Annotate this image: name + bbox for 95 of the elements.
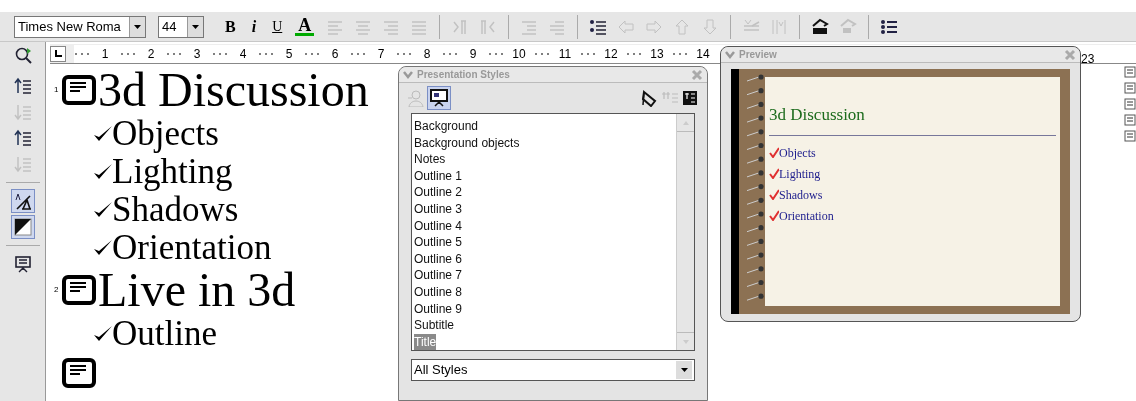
ruler-number: 12 bbox=[603, 45, 619, 63]
font-name-dropdown[interactable]: Times New Roma bbox=[14, 15, 146, 38]
style-list-item[interactable]: Outline 2 bbox=[414, 184, 463, 201]
ruler-number: 8 bbox=[422, 45, 432, 63]
slide-icon bbox=[62, 275, 96, 305]
outline-bullet[interactable]: Orientation bbox=[112, 228, 272, 266]
check-bullet-icon bbox=[769, 189, 779, 200]
preview-bullet: Orientation bbox=[779, 207, 834, 225]
preview-bullet: Lighting bbox=[779, 165, 821, 183]
bold-button[interactable]: B bbox=[222, 14, 239, 39]
ruler-number: 2 bbox=[146, 45, 156, 63]
ruler-number: 3 bbox=[192, 45, 202, 63]
ruler-number: 10 bbox=[511, 45, 527, 63]
promote-icon bbox=[13, 77, 32, 95]
zoom-icon[interactable] bbox=[13, 46, 32, 64]
style-list-item[interactable]: Outline 7 bbox=[414, 267, 463, 284]
ruler-number: 14 bbox=[695, 45, 711, 63]
scroll-down-icon[interactable] bbox=[681, 338, 690, 345]
style-list-item[interactable]: Outline 8 bbox=[414, 283, 463, 301]
check-bullet-icon bbox=[92, 123, 112, 143]
dropdown-arrow-icon bbox=[679, 367, 689, 373]
style-list-item[interactable]: Outline 1 bbox=[414, 167, 463, 185]
dropdown-arrow-icon bbox=[133, 23, 142, 30]
style-filter-dropdown[interactable]: All Styles bbox=[411, 359, 695, 381]
underline-button[interactable]: U bbox=[269, 16, 286, 37]
close-icon[interactable] bbox=[691, 68, 703, 81]
outline-bullet[interactable]: Objects bbox=[112, 114, 219, 152]
slide-title[interactable]: Live in 3d bbox=[98, 266, 296, 314]
style-list-item[interactable]: Outline 4 bbox=[414, 217, 463, 235]
scrollbar[interactable] bbox=[676, 114, 694, 350]
style-list-item[interactable]: Outline 3 bbox=[414, 200, 463, 218]
format-toggle-button[interactable] bbox=[10, 189, 35, 213]
style-list-item[interactable]: Subtitle bbox=[414, 317, 455, 334]
scroll-up-icon[interactable] bbox=[681, 119, 690, 126]
contrast-view-icon bbox=[13, 218, 32, 236]
preview-bullet: Objects bbox=[779, 144, 816, 162]
ruler-number: 6 bbox=[330, 45, 340, 63]
check-bullet-icon bbox=[92, 161, 112, 181]
ruler-number: 13 bbox=[649, 45, 665, 63]
outline-bullet[interactable]: Lighting bbox=[112, 152, 233, 190]
presentation-icon bbox=[430, 89, 448, 107]
italic-button[interactable]: i bbox=[248, 14, 260, 39]
outline-bullet[interactable]: Shadows bbox=[112, 190, 239, 228]
panel-title: Preview bbox=[739, 48, 778, 62]
dropdown-arrow-icon bbox=[191, 23, 200, 30]
ruler-number: 11 bbox=[557, 45, 573, 63]
font-size-dropdown[interactable]: 44 bbox=[158, 15, 204, 38]
preview-slide-title: 3d Discussion bbox=[769, 105, 866, 125]
collapse-icon[interactable] bbox=[403, 70, 413, 79]
style-list-item[interactable]: Background objects bbox=[414, 134, 520, 152]
sidebar-tool-icon[interactable] bbox=[1124, 114, 1136, 126]
presentation-styles-button[interactable] bbox=[427, 86, 451, 110]
style-list-item[interactable]: Outline 6 bbox=[414, 250, 463, 268]
people-icon[interactable] bbox=[407, 89, 425, 107]
preview-bullet: Shadows bbox=[779, 186, 823, 204]
panel-title: Presentation Styles bbox=[417, 68, 511, 82]
bullet-list-icon[interactable] bbox=[589, 17, 608, 36]
ruler-number: 5 bbox=[284, 45, 294, 63]
move-down-icon bbox=[13, 155, 32, 173]
slide-icon bbox=[62, 75, 96, 105]
format-toggle-icon bbox=[13, 192, 32, 210]
sidebar-tool-icon[interactable] bbox=[1124, 130, 1136, 142]
sidebar-tool-icon[interactable] bbox=[1124, 98, 1136, 110]
check-bullet-icon bbox=[92, 323, 112, 343]
slide-number: 1 bbox=[54, 84, 60, 96]
ruler-number: 4 bbox=[238, 45, 248, 63]
check-bullet-icon bbox=[92, 199, 112, 219]
check-bullet-icon bbox=[92, 237, 112, 257]
list-icon[interactable] bbox=[880, 17, 899, 36]
close-icon[interactable] bbox=[1064, 48, 1076, 61]
style-list-item[interactable]: Background bbox=[414, 118, 479, 135]
check-bullet-icon bbox=[769, 210, 779, 221]
style-list-item[interactable]: Outline 9 bbox=[414, 300, 463, 318]
contrast-view-button[interactable] bbox=[10, 215, 35, 239]
slide-title[interactable]: 3d Discussion bbox=[98, 66, 369, 114]
slide-number: 2 bbox=[54, 284, 60, 296]
tab-stop-icon[interactable] bbox=[53, 49, 63, 58]
ruler-number: 1 bbox=[100, 45, 110, 63]
demote-icon bbox=[13, 103, 32, 121]
check-bullet-icon bbox=[769, 168, 779, 179]
outline-bullet[interactable]: Outline bbox=[112, 314, 217, 352]
sidebar-tool-icon[interactable] bbox=[1124, 82, 1136, 94]
ruler-number: 7 bbox=[376, 45, 386, 63]
collapse-icon[interactable] bbox=[725, 50, 735, 59]
check-bullet-icon bbox=[769, 147, 779, 158]
style-list-item[interactable]: Outline 5 bbox=[414, 234, 463, 251]
sidebar-tool-icon[interactable] bbox=[1124, 66, 1136, 78]
ruler-number: 9 bbox=[468, 45, 478, 63]
style-list-item[interactable]: Notes bbox=[414, 151, 446, 168]
font-color-button[interactable]: A bbox=[295, 17, 315, 36]
move-up-icon bbox=[13, 129, 32, 147]
presentation-icon bbox=[13, 255, 32, 273]
slide-icon bbox=[62, 358, 96, 388]
update-style-icon[interactable] bbox=[681, 89, 699, 107]
ruler-number: 23 bbox=[1081, 51, 1095, 68]
